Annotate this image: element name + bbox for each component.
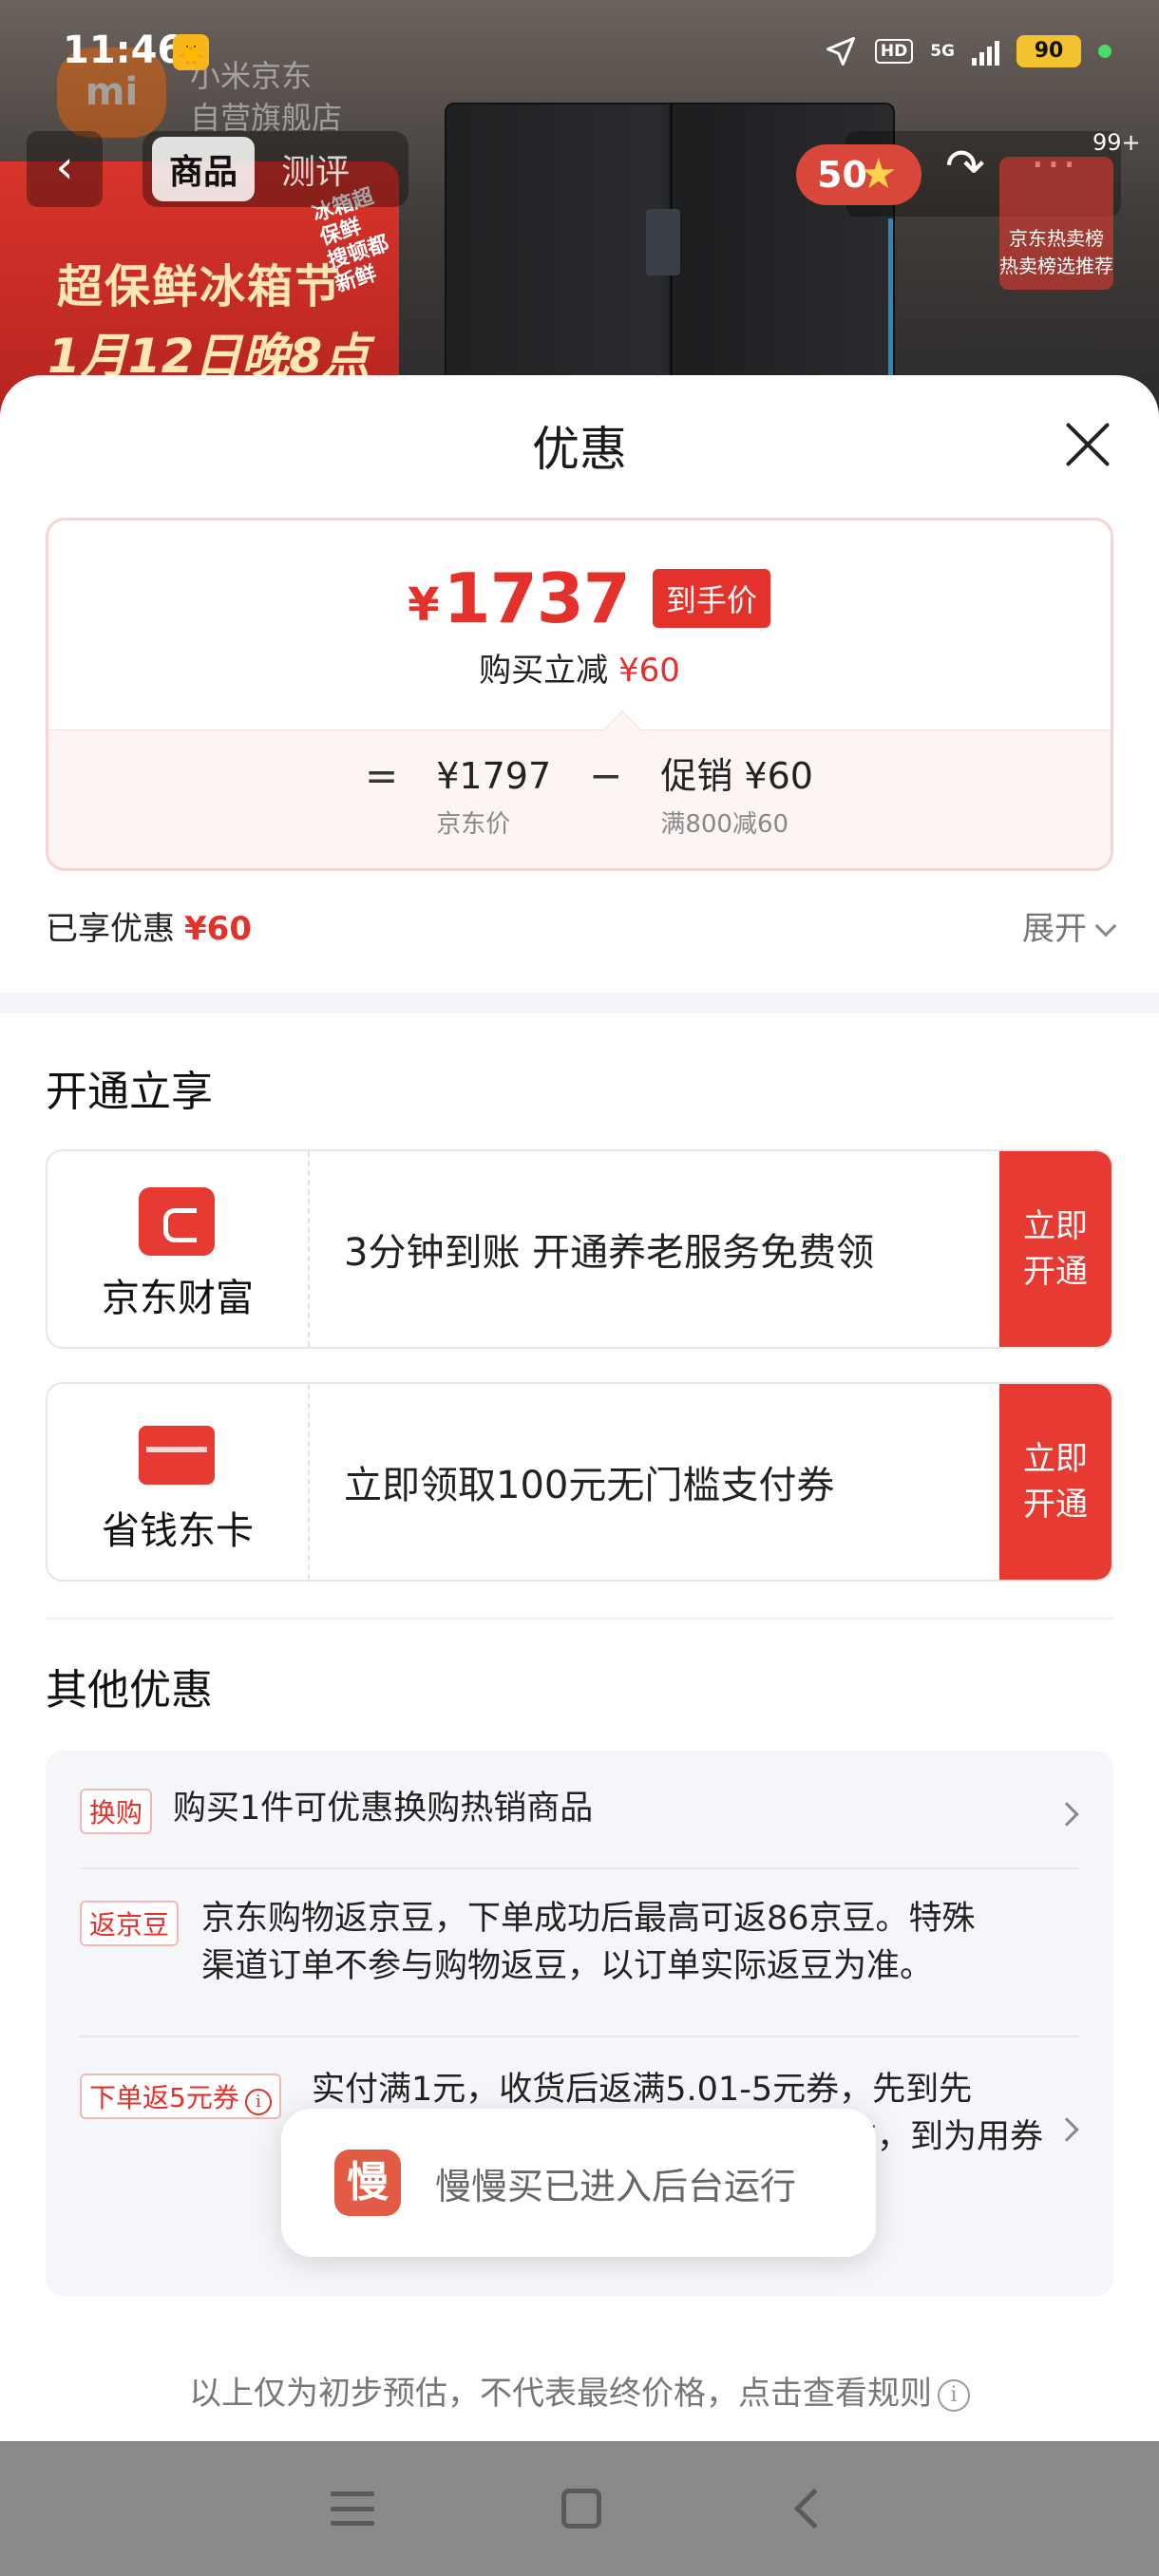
discount-summary: 购买立减 ¥60: [479, 652, 680, 690]
info-icon: i: [244, 2089, 272, 2115]
promo-condition: 满800减60: [660, 810, 789, 839]
offer-text: 购买1件可优惠换购热销商品: [173, 1790, 594, 1828]
sheet-title: 优惠: [532, 422, 627, 477]
location-icon: [826, 37, 855, 66]
currency-symbol: ¥: [408, 578, 440, 632]
savings-card-icon: [139, 1426, 215, 1485]
offer-tag: 返京豆: [80, 1901, 180, 1946]
final-price-tag: 到手价: [652, 569, 770, 628]
badge-number: 50: [796, 144, 922, 205]
offer-item-jingdou: 返京豆 京东购物返京豆，下单成功后最高可返86京豆。特殊 渠道订单不参与购物返豆…: [80, 1900, 1079, 2005]
home-icon[interactable]: [560, 2489, 601, 2529]
open-card-text: 3分钟到账 开通养老服务免费领: [344, 1231, 875, 1275]
open-card-name: 京东财富: [102, 1277, 254, 1320]
product-tabs: 商品 测评: [142, 131, 408, 207]
enjoyed-value: ¥60: [184, 910, 252, 948]
base-price-label: 京东价: [436, 810, 511, 839]
promo-title: 超保鲜冰箱节: [57, 260, 343, 313]
share-icon[interactable]: ↷: [945, 139, 985, 194]
price-card: ¥ 1737 到手价 购买立减 ¥60 = ¥1797 京东价 − 促销 ¥60…: [46, 518, 1113, 871]
tab-review[interactable]: 测评: [264, 137, 367, 201]
open-card-name: 省钱东卡: [102, 1509, 254, 1553]
tab-product[interactable]: 商品: [152, 137, 256, 201]
manmanmai-app-icon: 慢: [334, 2150, 401, 2216]
base-price-block: ¥1797 京东价: [436, 751, 551, 840]
chevron-right-icon: [1054, 1802, 1079, 1827]
offer-item-exchange[interactable]: 换购 购买1件可优惠换购热销商品: [80, 1789, 1079, 1846]
network-5g-icon: 5G: [930, 42, 955, 61]
rules-footnote[interactable]: 以上仅为初步预估，不代表最终价格，点击查看规则 i: [0, 2367, 1159, 2414]
info-icon: i: [938, 2378, 970, 2412]
divider: [46, 1618, 1113, 1619]
minus-sign: −: [589, 752, 623, 799]
section-divider: [0, 993, 1159, 1013]
chevron-down-icon: [1094, 915, 1117, 938]
expand-button[interactable]: 展开: [1022, 902, 1117, 949]
recents-menu-icon[interactable]: [331, 2491, 375, 2526]
back-icon[interactable]: [793, 2488, 834, 2529]
toast-text: 慢慢买已进入后台运行: [435, 2165, 797, 2207]
offer-separator: [80, 1867, 1079, 1869]
offer-tag: 换购: [80, 1789, 153, 1834]
notification-app-icon: 🐥: [173, 34, 209, 70]
more-count-badge: 99+: [1092, 129, 1141, 156]
other-section-title: 其他优惠: [46, 1666, 213, 1714]
enjoyed-discount: 已享优惠 ¥60: [46, 910, 252, 948]
open-card-text: 立即领取100元无门槛支付券: [344, 1464, 835, 1507]
base-price: ¥1797: [436, 755, 552, 797]
open-now-button[interactable]: 立即 开通: [999, 1384, 1112, 1580]
open-card-savings[interactable]: 省钱东卡 立即领取100元无门槛支付券 立即 开通: [46, 1382, 1113, 1582]
indicator-dot-icon: [1098, 45, 1112, 58]
offer-text: 京东购物返京豆，下单成功后最高可返86京豆。特殊 渠道订单不参与购物返豆，以订单…: [201, 1900, 976, 1985]
equals-sign: =: [365, 752, 399, 799]
system-navigation-bar: [0, 2441, 1159, 2576]
promo-block: 促销 ¥60 满800减60: [660, 751, 813, 840]
hd-icon: HD: [874, 39, 914, 64]
open-card-wealth[interactable]: 京东财富 3分钟到账 开通养老服务免费领 立即 开通: [46, 1149, 1113, 1349]
rank-badge: 京东热卖榜 热卖榜选推荐: [999, 157, 1113, 290]
screen: 冰箱超保鲜 搜顿都新鲜 超保鲜冰箱节 1月12日晚8点 mi 小米京东 自营旗舰店 …: [0, 0, 1159, 2576]
offer-separator: [80, 2036, 1079, 2037]
offer-tag: 下单返5元券 i: [80, 2074, 281, 2119]
status-bar: 11:46 🐥 HD 5G 90: [0, 0, 1159, 104]
promo-amount: 促销 ¥60: [660, 755, 813, 797]
star-icon[interactable]: ★: [860, 150, 897, 199]
close-icon[interactable]: [1059, 415, 1116, 472]
price-formula: = ¥1797 京东价 − 促销 ¥60 满800减60: [48, 729, 1111, 868]
jd-wealth-icon: [139, 1187, 215, 1256]
discount-value: ¥60: [618, 652, 680, 690]
battery-icon: 90: [1016, 35, 1081, 67]
open-section-title: 开通立享: [46, 1068, 213, 1116]
signal-icon: [972, 37, 999, 66]
status-time: 11:46: [63, 28, 184, 72]
back-button[interactable]: ‹: [27, 131, 103, 207]
open-now-button[interactable]: 立即 开通: [999, 1151, 1112, 1347]
final-price: 1737: [443, 559, 631, 638]
background-run-toast: 慢 慢慢买已进入后台运行: [281, 2109, 876, 2257]
chevron-right-icon: [1054, 2117, 1079, 2142]
